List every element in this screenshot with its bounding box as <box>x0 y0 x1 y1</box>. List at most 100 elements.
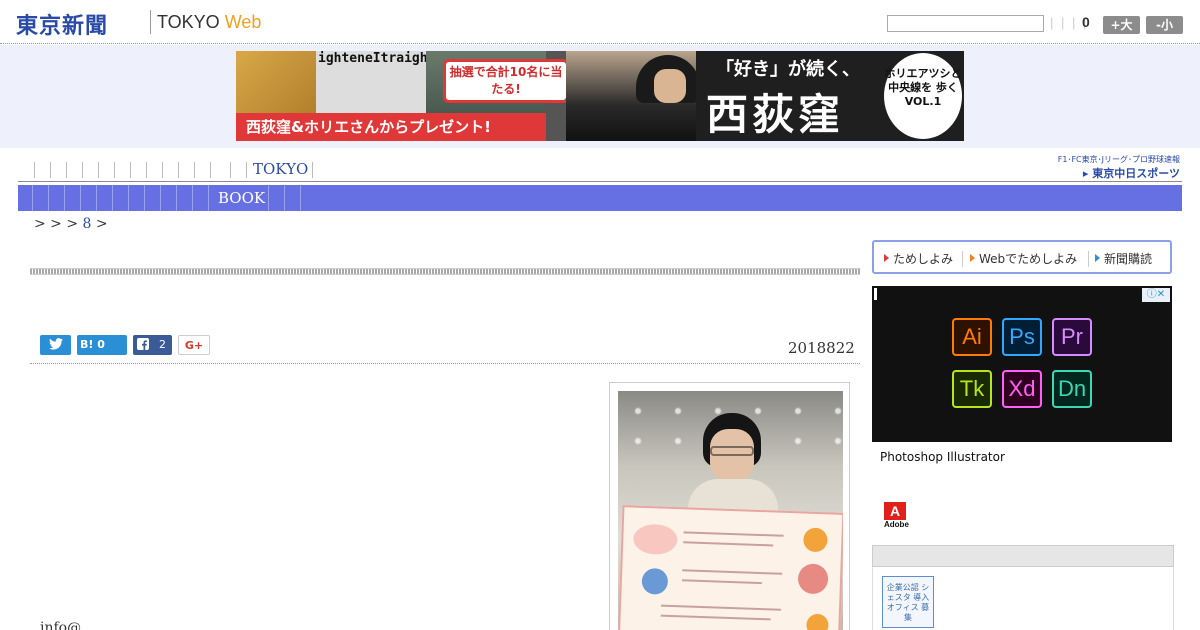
section-nav-divider <box>112 185 113 211</box>
web-tameshiyomi-link[interactable]: Webでためしよみ <box>970 250 1077 267</box>
subscribe-link[interactable]: 新聞購読 <box>1095 250 1152 267</box>
orange-arrow-icon <box>970 254 975 262</box>
section-nav-divider <box>192 185 193 211</box>
facebook-share-button[interactable]: 2 <box>133 335 172 355</box>
top-ad-band: ighteneItraighteIghteneristraight 抽選で合計1… <box>0 45 1200 148</box>
primary-nav-divider <box>246 162 247 178</box>
breadcrumb-prefix: > > > <box>34 216 83 232</box>
siesta-office-badge[interactable]: 企業公認 シェスタ 導入オフィス 募集 <box>882 576 934 628</box>
leaflet-child-illustration <box>797 563 829 595</box>
primary-nav-divider <box>50 162 51 178</box>
banner-prize-bubble: 抽選で合計10名に当たる! <box>443 59 569 103</box>
primary-nav-divider <box>82 162 83 178</box>
primary-nav-divider <box>66 162 67 178</box>
breadcrumb: > > > 8 > <box>34 216 108 232</box>
leaflet-text-line <box>660 614 771 621</box>
nav-item-tokyo[interactable]: TOKYO <box>253 160 308 178</box>
adobe-dimension-tile: Dn <box>1052 370 1092 408</box>
adobe-ad[interactable]: ⓘ✕ Ai Ps Pr Tk Xd Dn <box>872 286 1172 442</box>
leaflet-question-icon <box>806 613 829 630</box>
primary-nav-divider <box>146 162 147 178</box>
primary-nav-divider <box>162 162 163 178</box>
adobe-logo-mark: A <box>884 502 906 520</box>
section-nav-divider <box>300 185 301 211</box>
banner-series-badge: ホリエアツシと 中央線を 歩く VOL.1 <box>884 53 962 139</box>
article-date: 2018822 <box>788 339 855 357</box>
adobe-illustrator-tile: Ai <box>952 318 992 356</box>
primary-nav-divider <box>98 162 99 178</box>
adobe-premiere-tile: Pr <box>1052 318 1092 356</box>
section-nav: BOOK <box>18 185 1182 211</box>
breadcrumb-suffix: > <box>91 216 108 232</box>
sidebar-section-header <box>872 545 1174 567</box>
adobe-logo[interactable]: A Adobe <box>884 502 909 529</box>
adobe-typekit-tile: Tk <box>952 370 992 408</box>
primary-nav-divider <box>210 162 211 178</box>
primary-nav-divider <box>178 162 179 178</box>
article-photo[interactable] <box>609 382 850 630</box>
search-input[interactable] <box>887 15 1044 32</box>
tameshiyomi-nav: ためしよみ Webでためしよみ 新聞購読 <box>872 240 1172 274</box>
tokyo-web-logo[interactable]: TOKYO Web <box>157 12 261 33</box>
section-nav-divider <box>284 185 285 211</box>
blue-arrow-icon <box>1095 254 1100 262</box>
adobe-ad-text[interactable]: Photoshop Illustrator <box>880 450 1005 464</box>
tameshiyomi-link[interactable]: ためしよみ <box>884 250 953 267</box>
font-size-value: 0 <box>1082 14 1090 30</box>
banner-food-image <box>236 51 316 121</box>
chunichi-sports-tagline: F1･FC東京･Jリーグ･プロ野球速報 <box>1057 155 1180 164</box>
leaflet-text-line <box>681 579 762 585</box>
nishiogikubo-banner-ad[interactable]: ighteneItraighteIghteneristraight 抽選で合計1… <box>236 51 964 141</box>
section-nav-divider <box>64 185 65 211</box>
primary-nav-divider <box>194 162 195 178</box>
primary-nav-divider <box>130 162 131 178</box>
section-nav-divider <box>128 185 129 211</box>
web-tameshiyomi-label: Webでためしよみ <box>979 252 1078 266</box>
twitter-share-button[interactable] <box>40 335 71 355</box>
leaflet-text-line <box>660 604 781 611</box>
tokyo-web-logo-web: Web <box>224 12 262 32</box>
font-size-increase-button[interactable]: +大 <box>1103 16 1140 34</box>
logo-divider <box>150 10 151 34</box>
leaflet-child-illustration <box>641 567 669 595</box>
site-header: 東京新聞 TOKYO Web | | | | 0 +大 -小 <box>0 0 1200 44</box>
ad-marker <box>874 288 877 300</box>
section-nav-divider <box>268 185 269 211</box>
red-arrow-icon <box>884 254 889 262</box>
primary-nav: TOKYO <box>18 158 1182 182</box>
font-size-decrease-button[interactable]: -小 <box>1146 16 1183 34</box>
adobe-photoshop-tile: Ps <box>1002 318 1042 356</box>
leaflet-text-line <box>683 531 784 537</box>
banner-quote: 「好き」が続く、 <box>716 59 860 80</box>
article-contact-email[interactable]: info@ <box>40 620 81 630</box>
nav-item-book[interactable]: BOOK <box>218 189 265 207</box>
leaflet-text-line <box>683 541 774 547</box>
hatena-bookmark-button[interactable]: B! 0 <box>77 335 127 355</box>
section-nav-divider <box>144 185 145 211</box>
leaflet-text-line <box>682 569 783 575</box>
site-logo[interactable]: 東京新聞 <box>16 8 108 40</box>
banner-poster-letters: ighteneItraighteIghteneristraight <box>316 51 426 121</box>
adobe-xd-tile: Xd <box>1002 370 1042 408</box>
primary-nav-divider <box>312 162 313 178</box>
date-divider <box>30 363 860 364</box>
chunichi-sports-link[interactable]: F1･FC東京･Jリーグ･プロ野球速報 ▸ 東京中日スポーツ <box>1024 154 1180 181</box>
photo-person-glasses <box>710 446 754 456</box>
twitter-bird-icon <box>48 338 63 350</box>
facebook-icon <box>137 338 149 350</box>
banner-person-face <box>654 69 686 103</box>
tameshiyomi-label: ためしよみ <box>893 252 954 266</box>
banner-present-bar: 西荻窪&ホリエさんからプレゼント! <box>236 113 546 141</box>
section-nav-divider <box>32 185 33 211</box>
ad-info-icon[interactable]: ⓘ✕ <box>1142 288 1170 302</box>
tameshiyomi-divider <box>962 251 963 267</box>
section-nav-divider <box>80 185 81 211</box>
primary-nav-divider <box>114 162 115 178</box>
banner-headline: 西荻窪 <box>706 90 845 139</box>
adobe-logo-text: Adobe <box>884 520 909 529</box>
section-nav-divider <box>160 185 161 211</box>
section-nav-divider <box>176 185 177 211</box>
subscribe-label: 新聞購読 <box>1104 252 1153 266</box>
primary-nav-divider <box>230 162 231 178</box>
googleplus-share-button[interactable]: G+ <box>178 335 210 355</box>
